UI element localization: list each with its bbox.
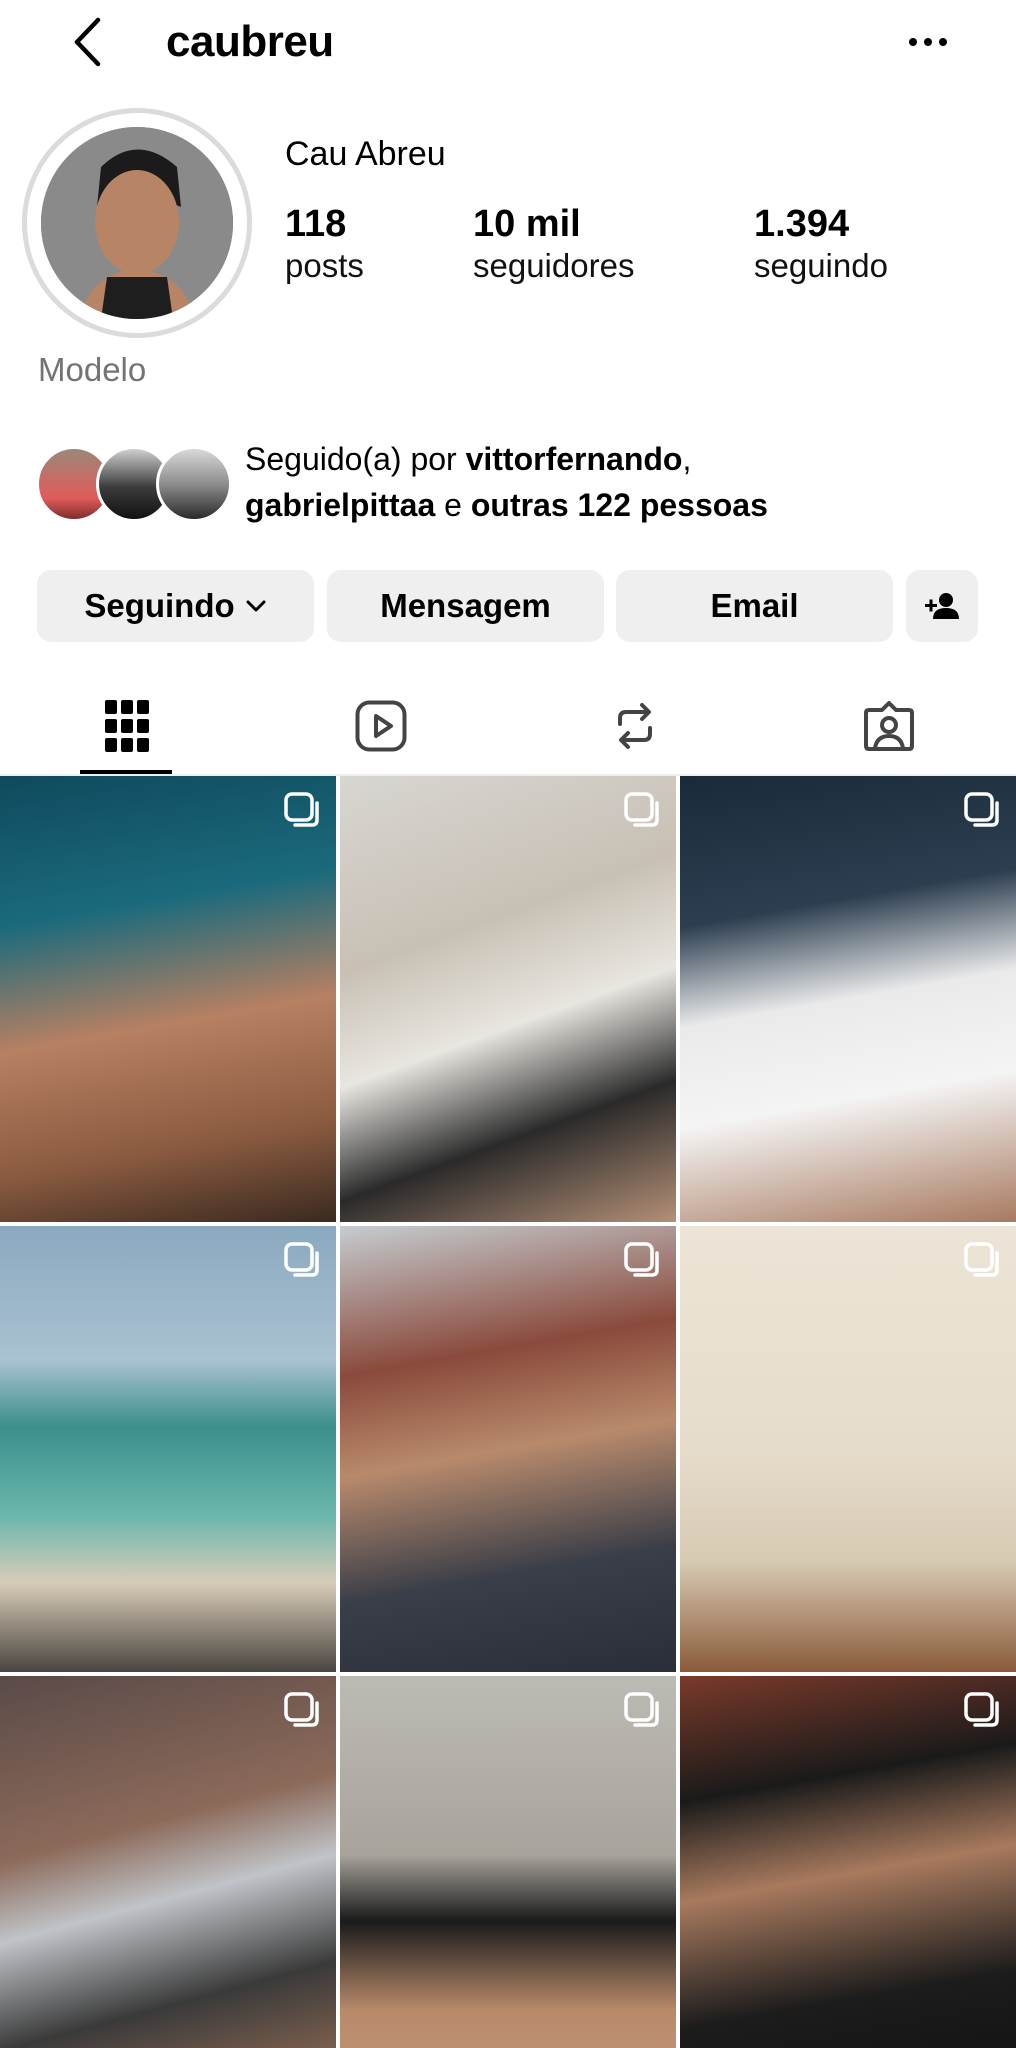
post-thumbnail[interactable] bbox=[340, 776, 676, 1222]
chevron-left-icon bbox=[74, 17, 101, 67]
message-button-label: Mensagem bbox=[380, 587, 551, 624]
profile-username: caubreu bbox=[166, 17, 334, 66]
chevron-down-icon bbox=[245, 599, 267, 613]
carousel-icon bbox=[964, 1692, 999, 1727]
post-thumbnail[interactable] bbox=[0, 1226, 336, 1672]
back-button[interactable] bbox=[62, 14, 112, 70]
post-thumbnail[interactable] bbox=[340, 1226, 676, 1672]
tab-reels[interactable] bbox=[254, 678, 508, 774]
tab-tagged[interactable] bbox=[762, 678, 1016, 774]
repost-icon bbox=[618, 703, 652, 749]
carousel-icon bbox=[624, 1692, 659, 1727]
tab-reposts[interactable] bbox=[508, 678, 762, 774]
post-thumbnail[interactable] bbox=[0, 776, 336, 1222]
following-stat[interactable]: 1.394 seguindo bbox=[754, 202, 888, 286]
carousel-icon bbox=[624, 792, 659, 827]
profile-avatar bbox=[41, 127, 233, 319]
mutual-avatar bbox=[156, 446, 232, 522]
posts-stat[interactable]: 118 posts bbox=[285, 202, 364, 286]
carousel-icon bbox=[284, 1242, 319, 1277]
post-thumbnail[interactable] bbox=[0, 1676, 336, 2048]
following-button-label: Seguindo bbox=[84, 587, 235, 624]
posts-count: 118 bbox=[285, 203, 347, 245]
carousel-icon bbox=[284, 1692, 319, 1727]
followed-by-prefix: Seguido(a) por bbox=[245, 441, 466, 477]
carousel-icon bbox=[964, 1242, 999, 1277]
post-thumbnail[interactable] bbox=[680, 776, 1016, 1222]
followed-by-text[interactable]: Seguido(a) por vittorfernando, gabrielpi… bbox=[245, 436, 985, 528]
profile-category: Modelo bbox=[38, 351, 147, 388]
followed-by-conjunction: e bbox=[435, 487, 471, 523]
email-button[interactable]: Email bbox=[616, 570, 893, 642]
following-label: seguindo bbox=[754, 247, 888, 284]
message-button[interactable]: Mensagem bbox=[327, 570, 604, 642]
mutual-user-link[interactable]: vittorfernando bbox=[466, 441, 683, 477]
carousel-icon bbox=[284, 792, 319, 827]
posts-grid bbox=[0, 776, 1016, 2048]
tab-grid[interactable] bbox=[0, 678, 254, 774]
more-options-button[interactable] bbox=[898, 20, 958, 64]
post-thumbnail[interactable] bbox=[680, 1226, 1016, 1672]
top-bar: caubreu bbox=[0, 0, 1016, 84]
tagged-icon bbox=[864, 701, 914, 751]
followers-count: 10 mil bbox=[473, 203, 581, 245]
following-button[interactable]: Seguindo bbox=[37, 570, 314, 642]
profile-display-name: Cau Abreu bbox=[285, 135, 446, 173]
mutual-user-link[interactable]: gabrielpittaa bbox=[245, 487, 435, 523]
add-person-icon bbox=[925, 593, 959, 619]
more-horizontal-icon bbox=[909, 38, 947, 46]
post-thumbnail[interactable] bbox=[680, 1676, 1016, 2048]
add-user-button[interactable] bbox=[906, 570, 978, 642]
mutual-others-link[interactable]: outras 122 pessoas bbox=[471, 487, 768, 523]
email-button-label: Email bbox=[710, 587, 799, 624]
posts-label: posts bbox=[285, 247, 364, 284]
carousel-icon bbox=[624, 1242, 659, 1277]
mutual-followers-avatars[interactable] bbox=[36, 446, 232, 522]
carousel-icon bbox=[964, 792, 999, 827]
grid-icon bbox=[105, 700, 149, 752]
following-count: 1.394 bbox=[754, 203, 850, 245]
followed-by-separator: , bbox=[682, 441, 692, 477]
profile-avatar-ring[interactable] bbox=[22, 108, 252, 338]
post-thumbnail[interactable] bbox=[340, 1676, 676, 2048]
reels-icon bbox=[355, 700, 407, 752]
followers-label: seguidores bbox=[473, 247, 635, 284]
followers-stat[interactable]: 10 mil seguidores bbox=[473, 202, 634, 286]
profile-tabs bbox=[0, 678, 1016, 774]
